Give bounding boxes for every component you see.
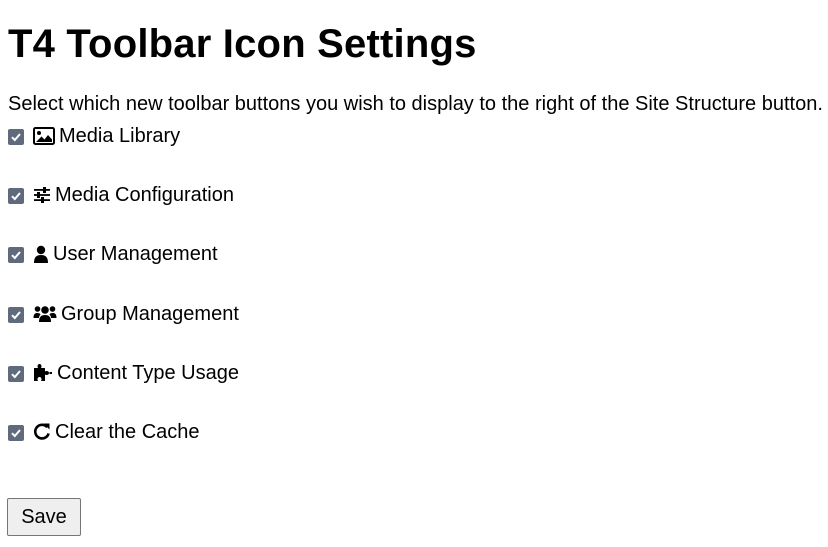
option-clear-cache[interactable]: Clear the Cache [8,419,828,445]
user-management-checkbox[interactable] [8,247,24,264]
option-label: Content Type Usage [57,361,239,384]
save-button[interactable]: Save [7,498,81,536]
option-group-management[interactable]: Group Management [8,301,828,327]
group-management-checkbox[interactable] [8,306,24,323]
page-title: T4 Toolbar Icon Settings [8,22,477,66]
option-label: Media Configuration [55,184,234,207]
content-type-usage-checkbox[interactable] [8,365,24,382]
toolbar-options-list: Media Library Media Configuration User M… [8,123,828,445]
option-label: Clear the Cache [55,420,200,443]
clear-cache-checkbox[interactable] [8,424,24,441]
option-content-type-usage[interactable]: Content Type Usage [8,360,828,386]
option-label: User Management [53,243,218,266]
option-label: Media Library [59,125,181,147]
media-configuration-checkbox[interactable] [8,188,24,205]
option-media-library[interactable]: Media Library [8,123,828,149]
sliders-icon [33,186,51,204]
users-icon [33,304,57,323]
option-user-management[interactable]: User Management [8,241,828,267]
puzzle-icon [33,363,53,382]
option-label: Group Management [61,302,239,325]
option-media-configuration[interactable]: Media Configuration [8,182,828,208]
settings-page: T4 Toolbar Icon Settings Select which ne… [0,0,828,536]
refresh-icon [33,422,51,441]
page-description: Select which new toolbar buttons you wis… [8,93,823,115]
user-icon [33,245,49,264]
media-library-checkbox[interactable] [8,129,24,145]
image-icon [33,127,55,145]
